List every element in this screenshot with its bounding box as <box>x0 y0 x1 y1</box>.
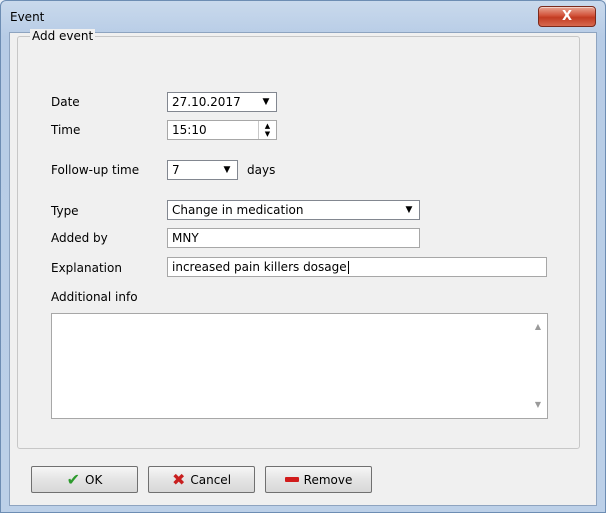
close-icon: X <box>561 9 573 24</box>
cancel-button[interactable]: ✖ Cancel <box>148 466 255 493</box>
date-value: 27.10.2017 <box>172 95 241 109</box>
ok-button[interactable]: ✔ OK <box>31 466 138 493</box>
time-label: Time <box>51 123 81 137</box>
added-by-value: MNY <box>172 231 199 245</box>
close-button[interactable]: X <box>538 6 596 27</box>
scroll-up-icon[interactable]: ▲ <box>531 322 545 334</box>
additional-info-textarea[interactable]: ▲ ▼ <box>51 313 548 419</box>
spin-arrows-icon[interactable]: ▲ ▼ <box>258 121 276 139</box>
scroll-down-icon[interactable]: ▼ <box>531 400 545 412</box>
minus-icon <box>284 477 299 482</box>
x-icon: ✖ <box>171 469 186 489</box>
text-cursor <box>347 261 349 274</box>
followup-label: Follow-up time <box>51 163 140 177</box>
time-spinner[interactable]: 15:10 ▲ ▼ <box>167 120 277 140</box>
chevron-down-icon[interactable]: ▼ <box>399 201 419 219</box>
explanation-field[interactable]: increased pain killers dosage <box>167 257 547 277</box>
date-picker[interactable]: 27.10.2017 ▼ <box>167 92 277 112</box>
type-select[interactable]: Change in medication ▼ <box>167 200 420 220</box>
chevron-down-icon[interactable]: ▼ <box>217 161 237 179</box>
groupbox-legend: Add event <box>30 29 96 43</box>
followup-select[interactable]: 7 ▼ <box>167 160 238 180</box>
type-value: Change in medication <box>172 203 304 217</box>
chevron-down-icon[interactable]: ▼ <box>256 93 276 111</box>
cancel-button-label: Cancel <box>190 472 232 487</box>
ok-button-label: OK <box>85 472 103 487</box>
followup-unit: days <box>247 163 276 177</box>
type-label: Type <box>51 204 79 218</box>
remove-button[interactable]: Remove <box>265 466 372 493</box>
additional-info-label: Additional info <box>51 290 138 304</box>
explanation-value: increased pain killers dosage <box>172 260 347 274</box>
remove-button-label: Remove <box>303 472 353 487</box>
followup-value: 7 <box>172 163 180 177</box>
time-value: 15:10 <box>172 123 207 137</box>
added-by-label: Added by <box>51 231 108 245</box>
window-title: Event <box>10 10 45 24</box>
date-label: Date <box>51 95 80 109</box>
added-by-field[interactable]: MNY <box>167 228 420 248</box>
explanation-label: Explanation <box>51 261 122 275</box>
checkmark-icon: ✔ <box>66 469 81 489</box>
